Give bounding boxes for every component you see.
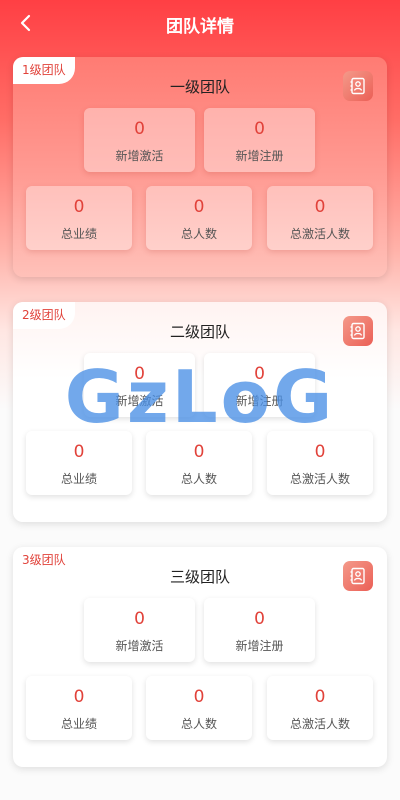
stat-label: 总激活人数	[289, 717, 350, 731]
app-header: 团队详情	[0, 0, 400, 46]
stat-value: 0	[134, 609, 145, 629]
stat-label: 新增激活	[115, 639, 164, 653]
stat-value: 0	[134, 364, 145, 384]
stat-label: 总人数	[180, 472, 217, 486]
team-card-title: 二级团队	[169, 323, 230, 341]
stat-total-members: 0 总人数	[146, 676, 252, 740]
stat-total-members: 0 总人数	[146, 186, 252, 250]
stat-total-performance: 0 总业绩	[26, 186, 132, 250]
stat-value: 0	[254, 609, 265, 629]
stat-new-activations: 0 新增激活	[84, 598, 195, 662]
stat-label: 总人数	[180, 227, 217, 241]
stat-total-activated-members: 0 总激活人数	[267, 431, 373, 495]
team-detail-button[interactable]	[343, 316, 373, 346]
stat-value: 0	[254, 364, 265, 384]
stat-label: 总人数	[180, 717, 217, 731]
stat-value: 0	[193, 687, 205, 707]
stat-new-registrations: 0 新增注册	[204, 108, 315, 172]
stat-value: 0	[314, 197, 326, 217]
stat-new-activations: 0 新增激活	[84, 108, 195, 172]
team-card-level-3: 3级团队 三级团队 0 新增激活 0 新增注册 0 总业绩 0 总人数 0 总激…	[13, 547, 387, 767]
team-card-level-2: 2级团队 二级团队 0 新增激活 0 新增注册 0 总业绩 0 总人数 0 总激…	[13, 302, 387, 522]
stat-label: 总业绩	[60, 717, 97, 731]
team-card-title: 一级团队	[169, 78, 230, 96]
stat-label: 新增注册	[235, 639, 284, 653]
stat-label: 新增注册	[235, 394, 284, 408]
stat-label: 新增激活	[115, 149, 164, 163]
stat-value: 0	[73, 687, 85, 707]
contact-book-icon	[350, 322, 365, 340]
stat-label: 总业绩	[60, 227, 97, 241]
stat-value: 0	[314, 687, 326, 707]
stat-label: 总激活人数	[289, 227, 350, 241]
stat-total-performance: 0 总业绩	[26, 676, 132, 740]
team-detail-button[interactable]	[343, 561, 373, 591]
page-title: 团队详情	[166, 17, 234, 37]
stat-new-registrations: 0 新增注册	[204, 598, 315, 662]
stat-total-performance: 0 总业绩	[26, 431, 132, 495]
stat-value: 0	[254, 119, 265, 139]
stat-label: 总业绩	[60, 472, 97, 486]
contact-book-icon	[350, 77, 365, 95]
stat-total-members: 0 总人数	[146, 431, 252, 495]
stat-new-activations: 0 新增激活	[84, 353, 195, 417]
stat-total-activated-members: 0 总激活人数	[267, 186, 373, 250]
stat-value: 0	[73, 197, 85, 217]
contact-book-icon	[350, 567, 365, 585]
stat-label: 总激活人数	[289, 472, 350, 486]
stat-value: 0	[314, 442, 326, 462]
stat-label: 新增注册	[235, 149, 284, 163]
stat-value: 0	[134, 119, 145, 139]
stat-value: 0	[193, 197, 205, 217]
stat-value: 0	[73, 442, 85, 462]
stat-total-activated-members: 0 总激活人数	[267, 676, 373, 740]
stat-label: 新增激活	[115, 394, 164, 408]
stat-value: 0	[193, 442, 205, 462]
team-detail-button[interactable]	[343, 71, 373, 101]
team-card-title: 三级团队	[169, 568, 230, 586]
stat-new-registrations: 0 新增注册	[204, 353, 315, 417]
team-card-level-1: 1级团队 一级团队 0 新增激活 0 新增注册 0 总业绩 0 总人数 0 总激…	[13, 57, 387, 277]
